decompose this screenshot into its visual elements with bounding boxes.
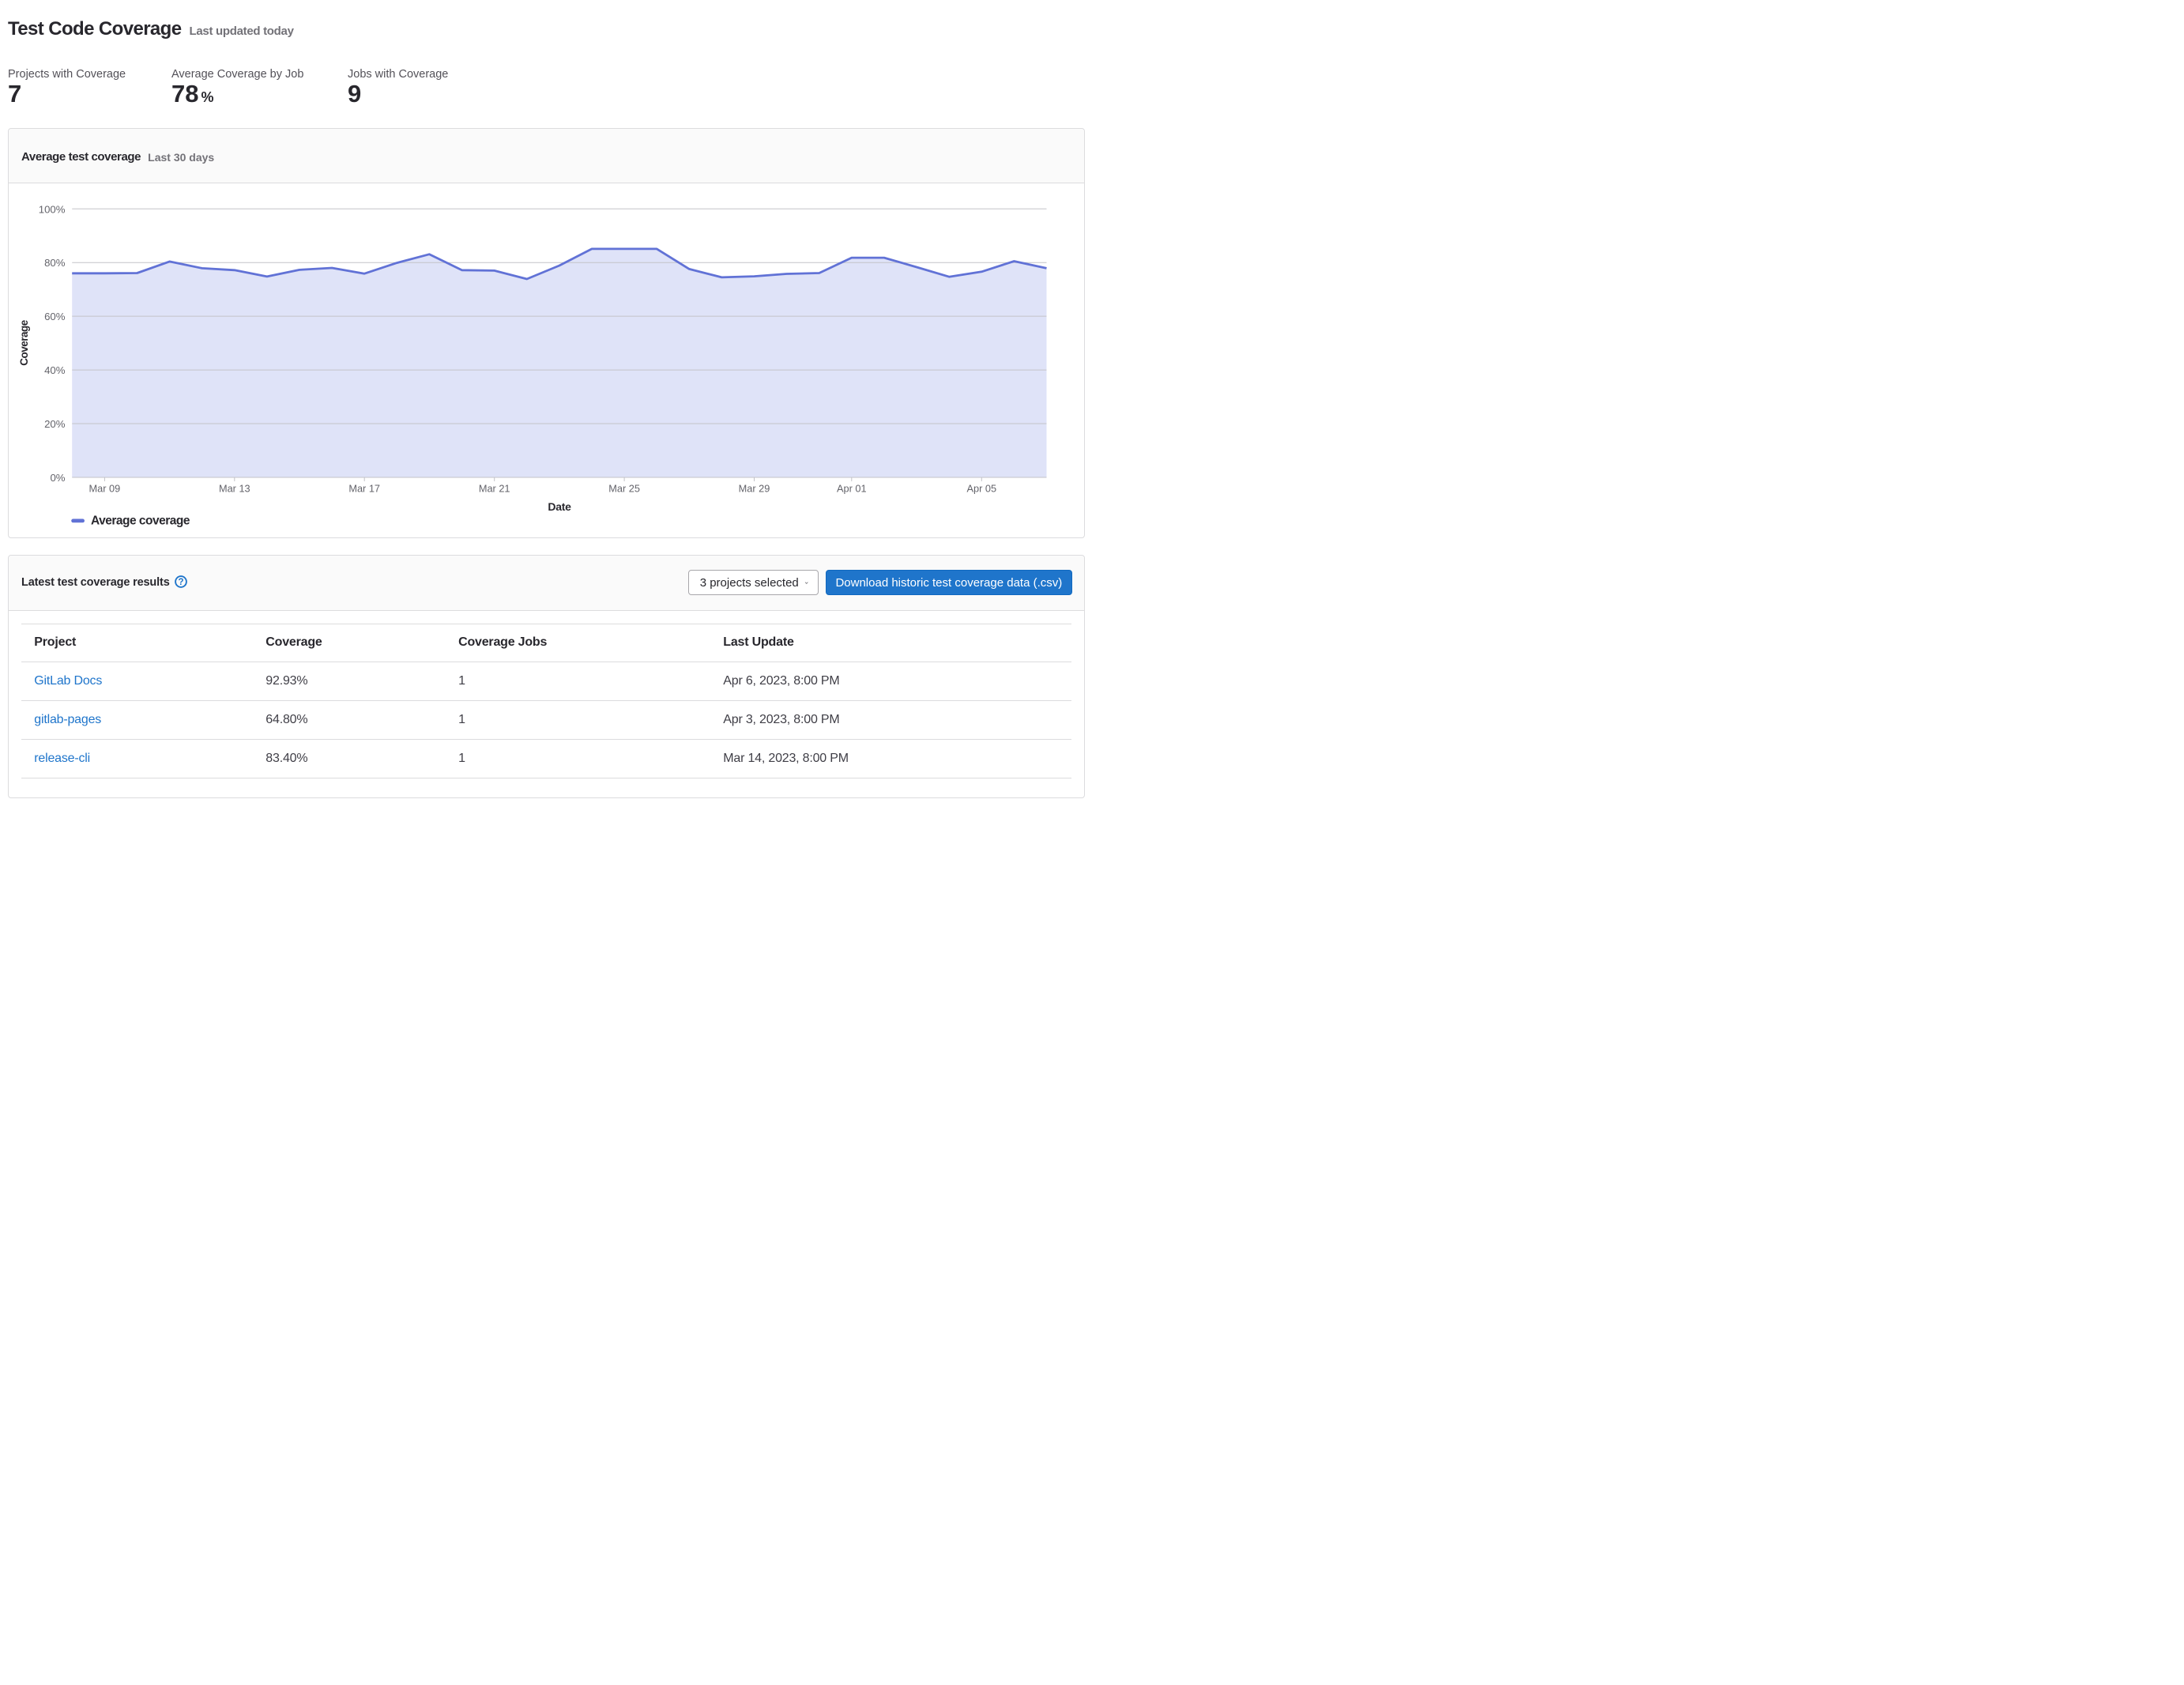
svg-text:20%: 20% xyxy=(44,418,66,430)
svg-text:Mar 09: Mar 09 xyxy=(89,482,121,494)
svg-text:Mar 21: Mar 21 xyxy=(479,482,510,494)
svg-text:100%: 100% xyxy=(39,203,66,215)
svg-text:Mar 25: Mar 25 xyxy=(608,482,640,494)
svg-text:Mar 17: Mar 17 xyxy=(348,482,380,494)
svg-text:60%: 60% xyxy=(44,311,66,322)
svg-text:Date: Date xyxy=(548,500,571,513)
svg-text:Apr 05: Apr 05 xyxy=(967,482,997,494)
svg-text:Average coverage: Average coverage xyxy=(91,514,190,527)
svg-text:Mar 29: Mar 29 xyxy=(739,482,770,494)
svg-text:0%: 0% xyxy=(50,472,65,484)
svg-text:Coverage: Coverage xyxy=(18,319,30,366)
svg-text:40%: 40% xyxy=(44,364,66,376)
svg-text:Apr 01: Apr 01 xyxy=(837,482,867,494)
svg-text:?: ? xyxy=(178,578,183,587)
svg-text:80%: 80% xyxy=(44,257,66,269)
svg-text:Mar 13: Mar 13 xyxy=(219,482,250,494)
